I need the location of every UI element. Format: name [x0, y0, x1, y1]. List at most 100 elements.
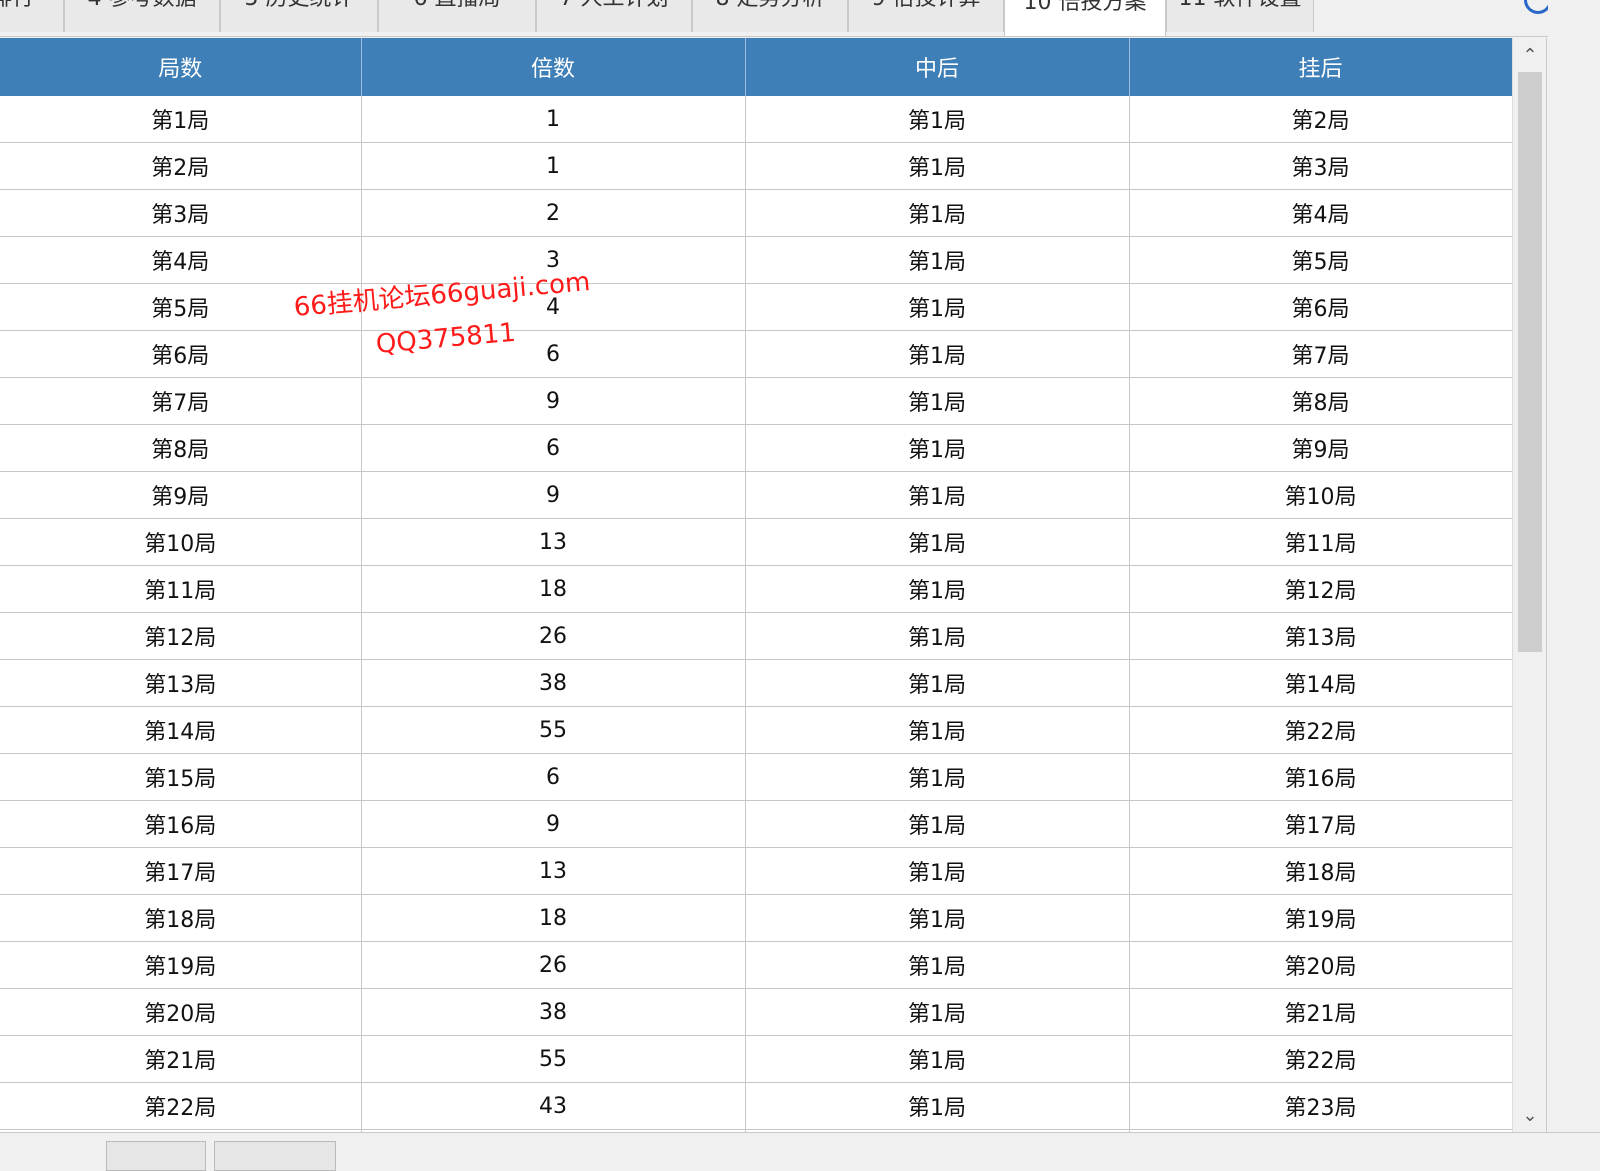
table-row[interactable]: 第10局 13 第1局 第11局 [0, 518, 1513, 566]
cell-after-win[interactable]: 第1局 [745, 941, 1130, 989]
cell-after-loss[interactable]: 第23局 [1129, 1082, 1513, 1130]
cell-multiplier[interactable]: 26 [361, 941, 746, 989]
cell-round[interactable]: 第17局 [0, 847, 362, 895]
cell-after-loss[interactable]: 第13局 [1129, 612, 1513, 660]
cell-multiplier[interactable]: 6 [361, 424, 746, 472]
cell-after-win[interactable]: 第1局 [745, 189, 1130, 237]
cell-multiplier[interactable]: 26 [361, 612, 746, 660]
cell-round[interactable]: 第14局 [0, 706, 362, 754]
cell-after-win[interactable]: 第1局 [745, 659, 1130, 707]
table-row[interactable]: 第3局 2 第1局 第4局 [0, 189, 1513, 237]
cell-after-loss[interactable]: 第21局 [1129, 988, 1513, 1036]
cell-round[interactable]: 第21局 [0, 1035, 362, 1083]
cell-after-win[interactable]: 第1局 [745, 471, 1130, 519]
cell-after-win[interactable]: 第1局 [745, 565, 1130, 613]
table-row[interactable]: 第21局 55 第1局 第22局 [0, 1035, 1513, 1083]
cell-multiplier[interactable]: 1 [361, 96, 746, 143]
table-row[interactable]: 第15局 6 第1局 第16局 [0, 753, 1513, 801]
tab-multiplier-plan[interactable]: 10 倍投方案 [1004, 0, 1166, 36]
cell-round[interactable]: 第12局 [0, 612, 362, 660]
tab-live-round[interactable]: 6 直播局 [378, 0, 536, 32]
cell-after-win[interactable]: 第1局 [745, 330, 1130, 378]
cell-after-loss[interactable]: 第8局 [1129, 377, 1513, 425]
cell-after-win[interactable]: 第1局 [745, 377, 1130, 425]
scrollbar-thumb[interactable] [1518, 72, 1542, 652]
table-row[interactable]: 第22局 43 第1局 第23局 [0, 1082, 1513, 1130]
cell-after-loss[interactable]: 第17局 [1129, 800, 1513, 848]
cell-after-win[interactable]: 第1局 [745, 894, 1130, 942]
table-row[interactable]: 第12局 26 第1局 第13局 [0, 612, 1513, 660]
cell-round[interactable]: 第13局 [0, 659, 362, 707]
column-header-multiplier[interactable]: 倍数 [361, 38, 746, 96]
table-row[interactable]: 第1局 1 第1局 第2局 [0, 96, 1513, 143]
tab-history-stats[interactable]: 5 历史统计 [220, 0, 378, 32]
table-row[interactable]: 第11局 18 第1局 第12局 [0, 565, 1513, 613]
cell-after-win[interactable]: 第1局 [745, 96, 1130, 143]
cell-multiplier[interactable]: 38 [361, 988, 746, 1036]
chevron-up-icon[interactable]: ⌃ [1513, 40, 1546, 70]
cell-multiplier[interactable]: 9 [361, 800, 746, 848]
cell-multiplier[interactable]: 38 [361, 659, 746, 707]
cell-after-win[interactable]: 第1局 [745, 753, 1130, 801]
cell-after-loss[interactable]: 第20局 [1129, 941, 1513, 989]
tab-reference-data[interactable]: 4 参考数据 [64, 0, 220, 32]
table-row[interactable]: 第4局 3 第1局 第5局 [0, 236, 1513, 284]
cell-round[interactable]: 第11局 [0, 565, 362, 613]
table-row[interactable]: 第6局 6 第1局 第7局 [0, 330, 1513, 378]
cell-after-win[interactable]: 第1局 [745, 1035, 1130, 1083]
cell-after-win[interactable]: 第1局 [745, 518, 1130, 566]
table-row[interactable]: 第14局 55 第1局 第22局 [0, 706, 1513, 754]
cell-round[interactable]: 第9局 [0, 471, 362, 519]
column-header-round[interactable]: 局数 [0, 38, 362, 96]
cell-multiplier[interactable]: 18 [361, 894, 746, 942]
cell-multiplier[interactable]: 9 [361, 377, 746, 425]
tab-multiplier-calc[interactable]: 9 倍投计算 [848, 0, 1004, 32]
cell-multiplier[interactable]: 18 [361, 565, 746, 613]
cell-multiplier[interactable]: 55 [361, 1035, 746, 1083]
cell-round[interactable]: 第16局 [0, 800, 362, 848]
cell-round[interactable]: 第19局 [0, 941, 362, 989]
cell-after-loss[interactable]: 第16局 [1129, 753, 1513, 801]
table-row[interactable]: 第2局 1 第1局 第3局 [0, 142, 1513, 190]
cell-round[interactable]: 第3局 [0, 189, 362, 237]
cell-multiplier[interactable]: 43 [361, 1082, 746, 1130]
cell-after-win[interactable]: 第1局 [745, 847, 1130, 895]
table-row[interactable]: 第16局 9 第1局 第17局 [0, 800, 1513, 848]
cell-after-loss[interactable]: 第19局 [1129, 894, 1513, 942]
cell-multiplier[interactable]: 13 [361, 847, 746, 895]
cell-round[interactable]: 第2局 [0, 142, 362, 190]
table-row[interactable]: 第8局 6 第1局 第9局 [0, 424, 1513, 472]
cell-round[interactable]: 第18局 [0, 894, 362, 942]
chevron-down-icon[interactable]: ⌄ [1513, 1100, 1546, 1130]
cell-after-win[interactable]: 第1局 [745, 236, 1130, 284]
cell-after-win[interactable]: 第1局 [745, 424, 1130, 472]
cell-round[interactable]: 第4局 [0, 236, 362, 284]
cell-round[interactable]: 第15局 [0, 753, 362, 801]
table-row[interactable]: 第18局 18 第1局 第19局 [0, 894, 1513, 942]
tab-ranking[interactable]: 排行 [0, 0, 64, 32]
cell-round[interactable]: 第8局 [0, 424, 362, 472]
table-row[interactable]: 第20局 38 第1局 第21局 [0, 988, 1513, 1036]
cell-after-win[interactable]: 第1局 [745, 612, 1130, 660]
table-row[interactable]: 第7局 9 第1局 第8局 [0, 377, 1513, 425]
tab-manual-plan[interactable]: 7 人工计划 [536, 0, 692, 32]
table-row[interactable]: 第17局 13 第1局 第18局 [0, 847, 1513, 895]
table-row[interactable]: 第9局 9 第1局 第10局 [0, 471, 1513, 519]
table-row[interactable]: 第5局 4 第1局 第6局 [0, 283, 1513, 331]
bottom-button-2[interactable] [214, 1141, 336, 1171]
cell-after-loss[interactable]: 第5局 [1129, 236, 1513, 284]
bottom-button-1[interactable] [106, 1141, 206, 1171]
column-header-after-loss[interactable]: 挂后 [1129, 38, 1513, 96]
cell-after-win[interactable]: 第1局 [745, 142, 1130, 190]
tab-software-settings[interactable]: 11 软件设置 [1166, 0, 1314, 32]
cell-after-win[interactable]: 第1局 [745, 800, 1130, 848]
cell-after-loss[interactable]: 第4局 [1129, 189, 1513, 237]
cell-after-loss[interactable]: 第2局 [1129, 96, 1513, 143]
cell-round[interactable]: 第22局 [0, 1082, 362, 1130]
cell-after-loss[interactable]: 第18局 [1129, 847, 1513, 895]
cell-after-loss[interactable]: 第6局 [1129, 283, 1513, 331]
table-row[interactable]: 第19局 26 第1局 第20局 [0, 941, 1513, 989]
cell-round[interactable]: 第1局 [0, 96, 362, 143]
cell-after-loss[interactable]: 第12局 [1129, 565, 1513, 613]
tab-trend-analysis[interactable]: 8 走势分析 [692, 0, 848, 32]
